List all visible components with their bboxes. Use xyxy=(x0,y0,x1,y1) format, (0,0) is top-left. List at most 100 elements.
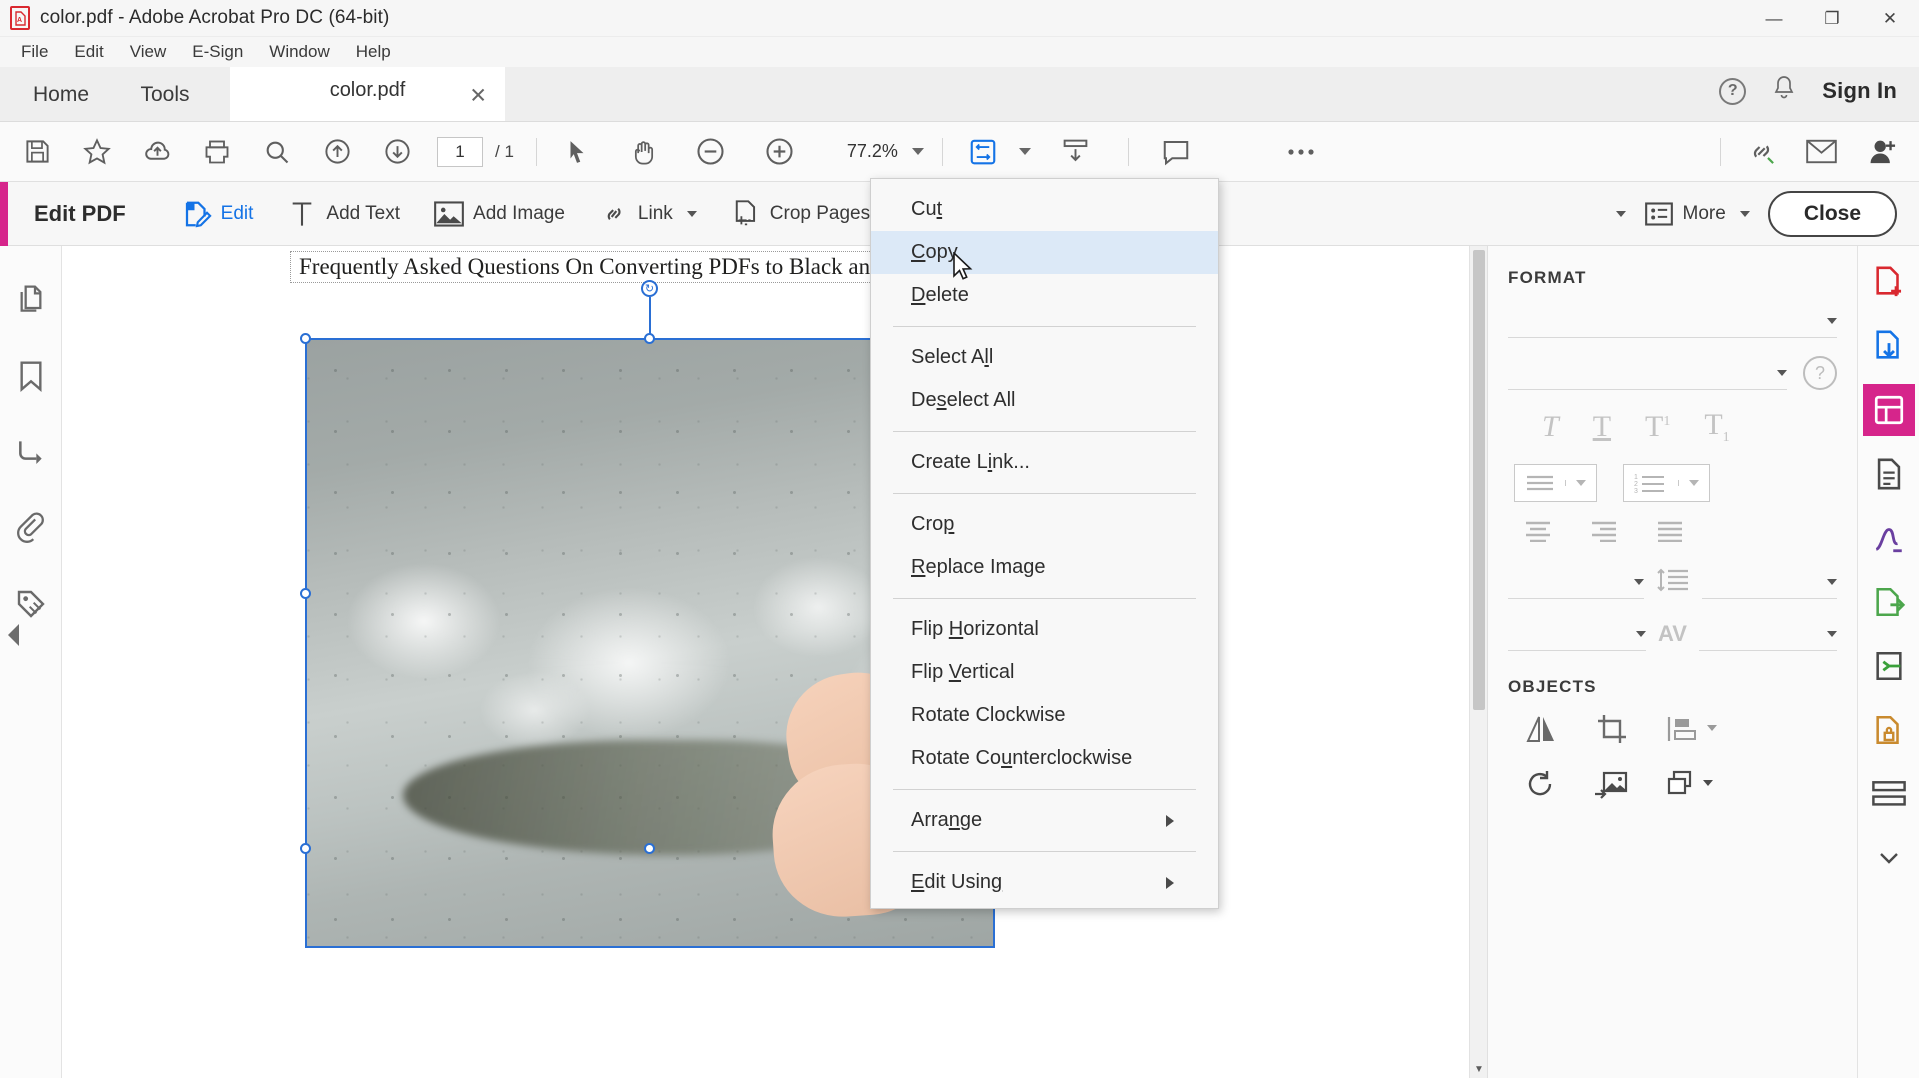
star-icon[interactable] xyxy=(74,129,120,175)
tool-add-text[interactable]: Add Text xyxy=(287,199,400,229)
char-spacing-secondary[interactable] xyxy=(1699,617,1837,651)
chevron-down-icon[interactable] xyxy=(1707,725,1717,748)
tool-edit[interactable]: Edit xyxy=(182,199,254,229)
scroll-down-icon[interactable]: ▼ xyxy=(1470,1060,1487,1078)
resize-handle-bottom-center[interactable] xyxy=(644,843,655,854)
menu-window[interactable]: Window xyxy=(256,39,342,65)
context-menu-item-select-all[interactable]: Select All xyxy=(871,336,1218,379)
align-justify-icon[interactable] xyxy=(1654,520,1686,547)
chevron-down-icon[interactable] xyxy=(1827,579,1837,585)
context-menu-item-deselect-all[interactable]: Deselect All xyxy=(871,379,1218,422)
help-icon[interactable]: ? xyxy=(1719,78,1746,105)
hand-tool-icon[interactable] xyxy=(621,129,667,175)
email-icon[interactable] xyxy=(1798,129,1844,175)
chevron-down-icon[interactable] xyxy=(1565,480,1596,486)
tool-crop-pages[interactable]: Crop Pages xyxy=(731,199,870,229)
export-pdf-icon[interactable] xyxy=(1863,320,1915,372)
edit-pdf-tool-icon[interactable] xyxy=(1863,384,1915,436)
tab-document-color-pdf[interactable]: color.pdf ✕ xyxy=(230,67,505,121)
rotate-clockwise-icon[interactable] xyxy=(1524,768,1556,805)
context-menu-item-flip-horizontal[interactable]: Flip Horizontal xyxy=(871,608,1218,651)
chevron-down-icon[interactable] xyxy=(1827,631,1837,637)
character-spacing-icon[interactable]: AV xyxy=(1658,621,1687,647)
char-spacing-value[interactable] xyxy=(1508,617,1646,651)
arrange-objects-icon[interactable] xyxy=(1666,769,1713,804)
cloud-upload-icon[interactable] xyxy=(134,129,180,175)
chevron-down-icon[interactable] xyxy=(687,211,697,217)
resize-handle-bottom-left[interactable] xyxy=(300,843,311,854)
context-menu-item-delete[interactable]: Delete xyxy=(871,274,1218,317)
context-menu-item-rotate-counterclockwise[interactable]: Rotate Counterclockwise xyxy=(871,737,1218,780)
fill-sign-icon[interactable] xyxy=(1863,512,1915,564)
comment-icon[interactable] xyxy=(1153,129,1199,175)
select-tool-icon[interactable] xyxy=(554,129,600,175)
help-icon[interactable]: ? xyxy=(1803,356,1837,390)
crop-object-icon[interactable] xyxy=(1596,713,1628,750)
page-order-icon[interactable] xyxy=(11,432,51,472)
pdf-page[interactable]: Frequently Asked Questions On Converting… xyxy=(90,246,1470,1078)
scrollbar-thumb[interactable] xyxy=(1473,250,1485,710)
tab-tools[interactable]: Tools xyxy=(128,67,202,121)
organize-pages-icon[interactable] xyxy=(1863,448,1915,500)
line-spacing-icon[interactable] xyxy=(1656,567,1690,598)
menu-help[interactable]: Help xyxy=(343,39,404,65)
minimize-button[interactable]: — xyxy=(1745,0,1803,37)
chevron-down-icon[interactable] xyxy=(1634,579,1644,585)
superscript-icon[interactable]: T1 xyxy=(1645,410,1670,444)
subscript-icon[interactable]: T1 xyxy=(1704,408,1729,446)
bookmarks-icon[interactable] xyxy=(11,356,51,396)
context-menu-item-create-link[interactable]: Create Link... xyxy=(871,441,1218,484)
search-icon[interactable] xyxy=(254,129,300,175)
close-edit-pdf-button[interactable]: Close xyxy=(1768,191,1897,237)
menu-esign[interactable]: E-Sign xyxy=(179,39,256,65)
font-family-select[interactable] xyxy=(1508,304,1837,338)
collapse-panel-icon[interactable] xyxy=(8,624,19,646)
context-menu-item-copy[interactable]: Copy xyxy=(871,231,1218,274)
underline-icon[interactable]: T xyxy=(1593,410,1611,444)
overflow-chevron-icon[interactable] xyxy=(1616,211,1626,217)
context-menu-item-flip-vertical[interactable]: Flip Vertical xyxy=(871,651,1218,694)
save-icon[interactable] xyxy=(14,129,60,175)
tool-link[interactable]: Link xyxy=(599,199,697,229)
align-right-icon[interactable] xyxy=(1588,520,1620,547)
zoom-level-value[interactable]: 77.2% xyxy=(832,141,898,162)
send-for-signature-icon[interactable] xyxy=(1863,576,1915,628)
page-number-input[interactable]: 1 xyxy=(437,137,483,167)
fit-page-icon[interactable] xyxy=(960,129,1006,175)
more-options-button[interactable]: More xyxy=(1644,199,1750,229)
edit-link-icon[interactable] xyxy=(1738,129,1784,175)
align-center-icon[interactable] xyxy=(1522,520,1554,547)
compress-pdf-icon[interactable] xyxy=(1863,640,1915,692)
chevron-down-icon[interactable] xyxy=(1703,780,1713,803)
protect-icon[interactable] xyxy=(1863,704,1915,756)
context-menu-item-cut[interactable]: Cut xyxy=(871,188,1218,231)
context-menu-item-arrange[interactable]: Arrange xyxy=(871,799,1218,842)
font-size-select[interactable] xyxy=(1508,356,1787,390)
print-icon[interactable] xyxy=(194,129,240,175)
image-context-menu[interactable]: Cut Copy Delete Select All Deselect All … xyxy=(870,178,1219,909)
tab-home[interactable]: Home xyxy=(18,67,104,121)
document-canvas[interactable]: Frequently Asked Questions On Converting… xyxy=(62,246,1487,1078)
context-menu-item-crop[interactable]: Crop xyxy=(871,503,1218,546)
line-spacing-secondary[interactable] xyxy=(1702,565,1838,599)
chevron-down-icon[interactable] xyxy=(1636,631,1646,637)
replace-image-icon[interactable] xyxy=(1594,769,1628,804)
numbered-list-button[interactable]: 123 xyxy=(1623,464,1710,502)
resize-handle-top-left[interactable] xyxy=(300,333,311,344)
share-person-icon[interactable] xyxy=(1858,129,1904,175)
resize-handle-middle-left[interactable] xyxy=(300,588,311,599)
page-thumbnails-icon[interactable] xyxy=(11,280,51,320)
bulleted-list-button[interactable] xyxy=(1514,464,1597,502)
chevron-down-icon[interactable] xyxy=(1678,480,1709,486)
close-icon[interactable]: ✕ xyxy=(469,86,487,107)
rotate-handle-icon[interactable]: ↻ xyxy=(641,280,658,297)
menu-file[interactable]: File xyxy=(8,39,61,65)
sign-in-button[interactable]: Sign In xyxy=(1822,78,1897,104)
italic-icon[interactable]: T xyxy=(1542,410,1559,444)
notification-bell-icon[interactable] xyxy=(1772,75,1796,108)
context-menu-item-rotate-clockwise[interactable]: Rotate Clockwise xyxy=(871,694,1218,737)
chevron-down-icon[interactable] xyxy=(1740,211,1750,217)
rail-expand-icon[interactable] xyxy=(1863,832,1915,884)
zoom-out-icon[interactable] xyxy=(688,129,734,175)
chevron-down-icon[interactable] xyxy=(912,148,924,155)
